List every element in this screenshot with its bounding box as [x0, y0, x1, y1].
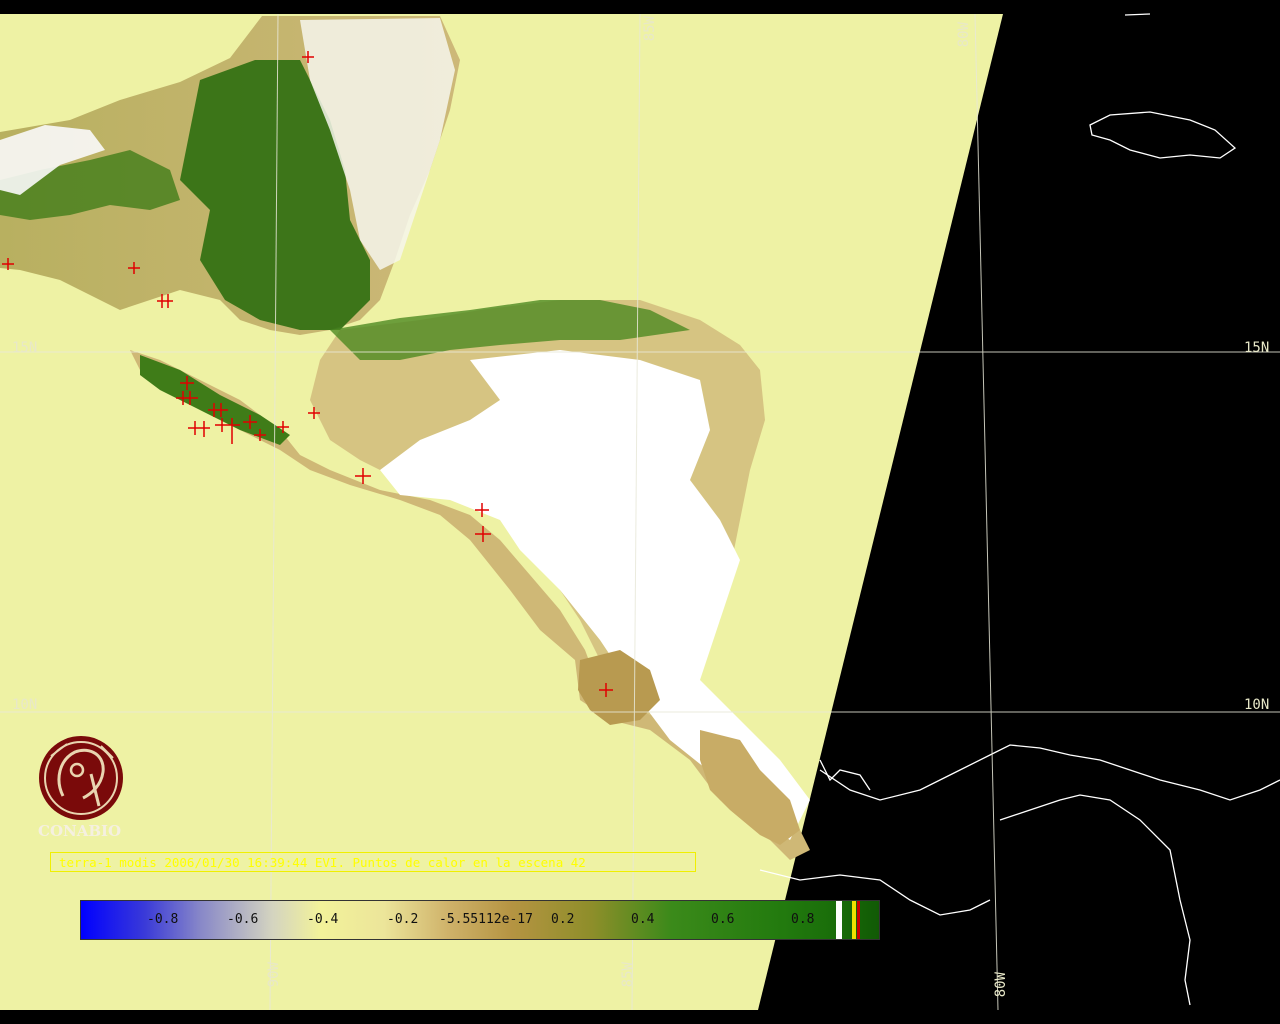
colorbar-white-stripe	[836, 901, 842, 939]
colorbar-tick: -0.2	[387, 912, 419, 927]
grid-label-10n-left: 10N	[12, 697, 38, 713]
colorbar-tick: 0.8	[791, 912, 815, 927]
conabio-logo-icon	[39, 736, 123, 820]
colorbar-red-stripe	[857, 901, 860, 939]
scene-caption: terra-1 modis 2006/01/30 16:39:44 EVI. P…	[50, 852, 696, 872]
grid-label-85w-top: 85W	[642, 16, 658, 42]
grid-label-80w-top: 80W	[956, 22, 972, 48]
evi-colorbar: -0.8 -0.6 -0.4 -0.2 -5.55112e-17 0.2 0.4…	[80, 900, 880, 940]
grid-label-80w-bottom: 80W	[993, 972, 1009, 998]
grid-label-15n-right: 15N	[1244, 340, 1270, 356]
grid-label-15n-left: 15N	[12, 340, 38, 356]
conabio-logo-text: CONABIO	[38, 822, 122, 840]
colorbar-tick: 0.2	[551, 912, 575, 927]
colorbar-tick: -0.6	[227, 912, 259, 927]
colorbar-tick: -5.55112e-17	[439, 912, 533, 927]
grid-label-85w-bottom: 85W	[620, 962, 636, 988]
colorbar-tick: 0.4	[631, 912, 655, 927]
colorbar-tick: -0.8	[147, 912, 179, 927]
grid-label-10n-right: 10N	[1244, 697, 1270, 713]
map-viewer: 15N 15N 10N 10N 85W 80W 90W 85W 80W CONA…	[0, 0, 1280, 1024]
grid-label-90w-bottom: 90W	[266, 962, 282, 988]
colorbar-tick: 0.6	[711, 912, 735, 927]
colorbar-yellow-stripe	[852, 901, 856, 939]
colorbar-tick: -0.4	[307, 912, 339, 927]
